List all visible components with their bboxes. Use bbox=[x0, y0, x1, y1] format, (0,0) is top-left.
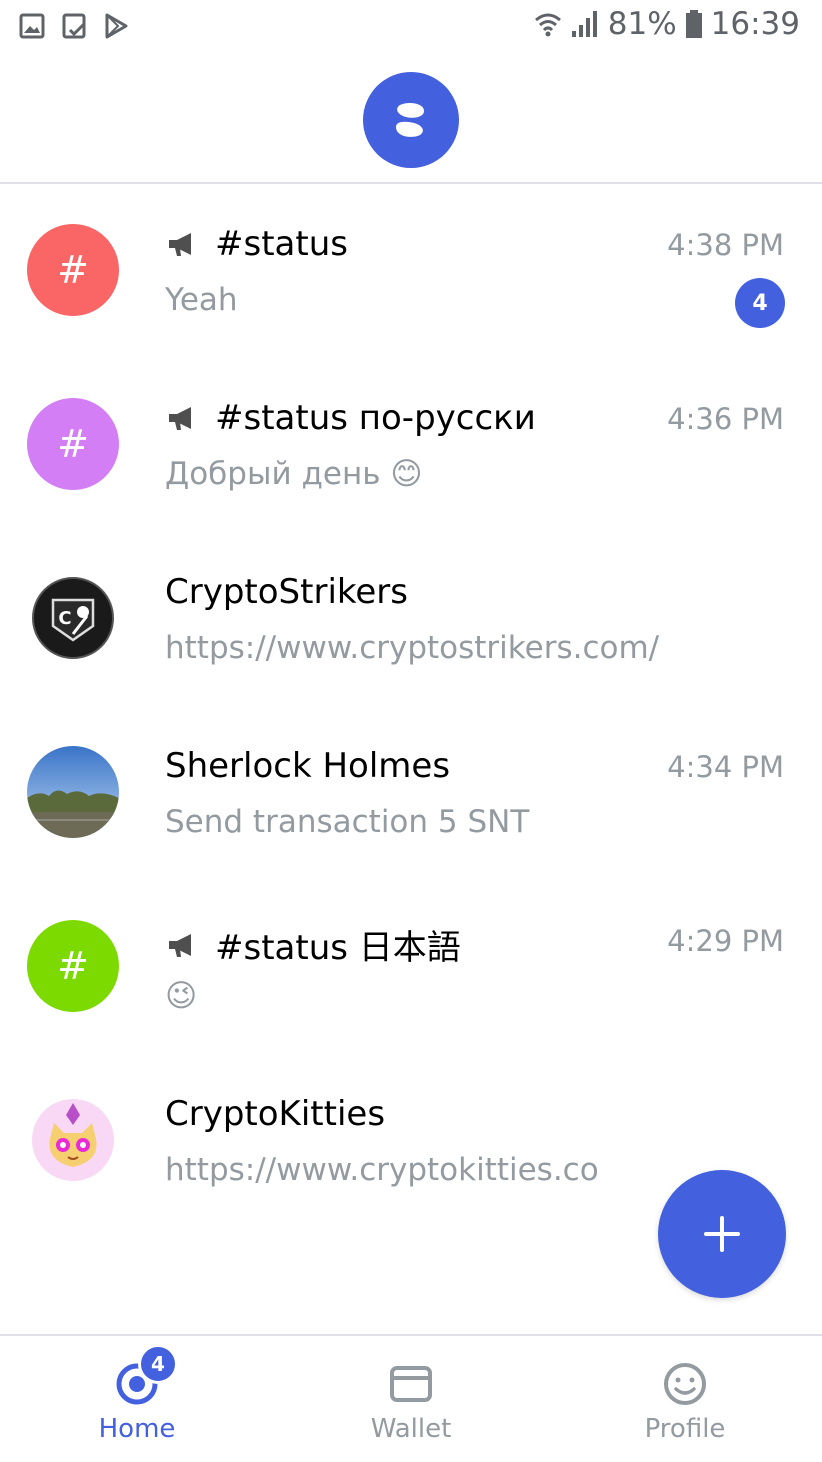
notification-icons bbox=[18, 12, 130, 40]
system-status: 81% 16:39 bbox=[534, 6, 800, 42]
chat-name: #status bbox=[215, 224, 348, 264]
play-store-icon bbox=[105, 13, 128, 39]
hash-icon: # bbox=[57, 422, 89, 466]
wallet-icon bbox=[390, 1366, 432, 1402]
chat-time: 4:36 PM bbox=[667, 402, 784, 436]
status-logo-icon bbox=[363, 72, 459, 168]
megaphone-icon bbox=[169, 233, 191, 256]
chat-preview: 😉 bbox=[165, 978, 198, 1014]
chat-title-line: CryptoStrikers bbox=[165, 572, 408, 612]
chat-title-line: Sherlock Holmes bbox=[165, 746, 450, 786]
chat-name: #status по-русски bbox=[215, 398, 536, 438]
clipboard-check-icon bbox=[62, 13, 86, 39]
chat-item-status[interactable]: # #status 4:38 PM Yeah 4 bbox=[0, 184, 822, 358]
hash-icon: # bbox=[57, 944, 89, 988]
nav-wallet-label: Wallet bbox=[370, 1414, 452, 1444]
chat-title-line: #status 日本語 bbox=[165, 920, 461, 969]
megaphone-icon bbox=[169, 407, 191, 430]
hash-icon: # bbox=[57, 248, 89, 292]
battery-icon bbox=[685, 10, 702, 38]
wifi-icon bbox=[534, 13, 561, 37]
nav-profile[interactable]: Profile bbox=[548, 1336, 822, 1462]
gallery-icon bbox=[19, 13, 45, 39]
avatar: # bbox=[27, 398, 119, 490]
nav-home[interactable]: 4 Home bbox=[0, 1336, 274, 1462]
cryptokitties-logo-icon bbox=[49, 1103, 97, 1167]
chat-time: 4:34 PM bbox=[667, 750, 784, 784]
new-chat-button[interactable] bbox=[658, 1170, 786, 1298]
chat-name: CryptoStrikers bbox=[165, 572, 408, 612]
chat-title-line: #status по-русски bbox=[165, 398, 536, 438]
clock: 16:39 bbox=[710, 6, 800, 42]
cryptostrikers-logo-icon: C bbox=[51, 598, 95, 642]
avatar: # bbox=[27, 920, 119, 1012]
chat-name: CryptoKitties bbox=[165, 1094, 386, 1134]
chat-time: 4:38 PM bbox=[667, 228, 784, 262]
chat-preview: Send transaction 5 SNT bbox=[165, 804, 530, 840]
nav-home-label: Home bbox=[98, 1414, 176, 1444]
chat-title-line: CryptoKitties bbox=[165, 1094, 385, 1134]
chat-item-status-russian[interactable]: # #status по-русски 4:36 PM Добрый день … bbox=[0, 358, 822, 532]
chat-item-status-japanese[interactable]: # #status 日本語 4:29 PM 😉 bbox=[0, 880, 822, 1054]
chat-name: #status 日本語 bbox=[215, 928, 461, 968]
battery-percent: 81% bbox=[607, 6, 677, 42]
chat-preview: https://www.cryptostrikers.com/ bbox=[165, 630, 660, 666]
avatar: # bbox=[27, 224, 119, 316]
chat-name: Sherlock Holmes bbox=[165, 746, 451, 786]
nav-profile-label: Profile bbox=[644, 1414, 726, 1444]
plus-icon bbox=[704, 1216, 740, 1252]
profile-icon bbox=[664, 1363, 706, 1405]
signal-icon bbox=[571, 11, 597, 37]
chat-title-line: #status bbox=[165, 224, 348, 264]
home-badge: 4 bbox=[138, 1344, 178, 1384]
chat-item-cryptostrikers[interactable]: C CryptoStrikers https://www.cryptostrik… bbox=[0, 532, 822, 706]
chat-preview: Yeah bbox=[165, 282, 238, 318]
chat-avatar-letter: C bbox=[58, 608, 71, 629]
chat-preview: Добрый день 😊 bbox=[165, 456, 423, 492]
chat-time: 4:29 PM bbox=[667, 924, 784, 958]
landscape-photo-avatar bbox=[27, 746, 119, 838]
avatar bbox=[27, 746, 119, 838]
bottom-nav: 4 Home Wallet Profile bbox=[0, 1334, 822, 1462]
nav-wallet[interactable]: Wallet bbox=[274, 1336, 548, 1462]
chat-item-sherlock-holmes[interactable]: Sherlock Holmes 4:34 PM Send transaction… bbox=[0, 706, 822, 880]
unread-badge: 4 bbox=[735, 278, 785, 328]
avatar bbox=[32, 1099, 114, 1181]
status-bar: 81% 16:39 bbox=[0, 0, 822, 56]
avatar: C bbox=[32, 577, 114, 659]
chat-preview: https://www.cryptokitties.co bbox=[165, 1152, 599, 1188]
header bbox=[0, 56, 822, 184]
megaphone-icon bbox=[169, 933, 191, 957]
